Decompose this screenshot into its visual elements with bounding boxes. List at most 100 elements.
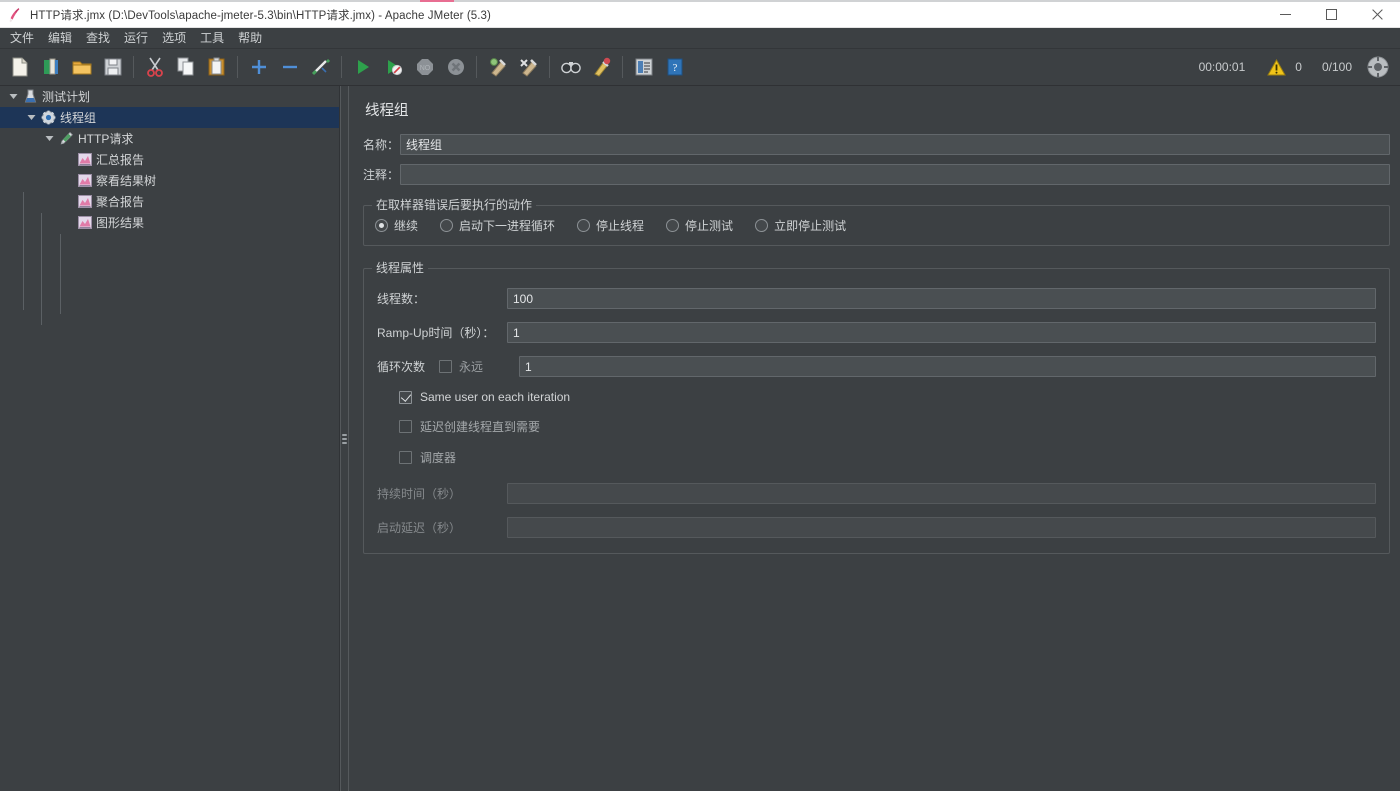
page-title: 线程组 xyxy=(365,99,1390,120)
listener-chart-icon xyxy=(76,174,93,187)
same-user-checkbox[interactable]: Same user on each iteration xyxy=(377,390,1376,404)
toolbar-status-area: 00:00:01 0 0/100 xyxy=(1199,55,1400,79)
toolbar-open[interactable] xyxy=(67,53,96,82)
forever-checkbox[interactable]: 永远 xyxy=(429,358,507,375)
tree-node-http-request[interactable]: HTTP请求 xyxy=(0,128,339,149)
warning-indicator[interactable]: 0 xyxy=(1267,59,1302,76)
toolbar-templates[interactable] xyxy=(36,53,65,82)
radio-continue[interactable]: 继续 xyxy=(375,217,418,234)
delayed-start-checkbox[interactable]: 延迟创建线程直到需要 xyxy=(377,418,1376,435)
error-action-radio-group: 继续 启动下一进程循环 停止线程 停止测试 xyxy=(369,211,1384,242)
checkbox-box xyxy=(399,451,412,464)
svg-text:NO: NO xyxy=(419,65,430,72)
checkbox-label: Same user on each iteration xyxy=(420,390,570,404)
tree-node-aggregate-report[interactable]: 聚合报告 xyxy=(0,191,339,212)
warning-count: 0 xyxy=(1295,60,1302,74)
checkbox-box xyxy=(399,391,412,404)
duration-row: 持续时间（秒） xyxy=(377,483,1376,504)
toolbar-paste[interactable] xyxy=(202,53,231,82)
toolbar-search[interactable] xyxy=(556,53,585,82)
toolbar-separator xyxy=(341,56,342,78)
toolbar-cut[interactable] xyxy=(140,53,169,82)
maximize-icon[interactable] xyxy=(1308,2,1354,28)
minimize-icon[interactable] xyxy=(1262,2,1308,28)
checkbox-box xyxy=(399,420,412,433)
toolbar-start-no-pauses[interactable] xyxy=(379,53,408,82)
tree-node-label: 汇总报告 xyxy=(96,153,144,167)
radio-stop-test[interactable]: 停止测试 xyxy=(666,217,733,234)
accent-segment xyxy=(420,0,454,2)
num-threads-input[interactable] xyxy=(507,288,1376,309)
listener-chart-icon xyxy=(76,216,93,229)
toolbar-expand-all[interactable] xyxy=(244,53,273,82)
listener-chart-icon xyxy=(76,195,93,208)
menu-edit[interactable]: 编辑 xyxy=(41,29,79,48)
listener-chart-icon xyxy=(76,153,93,166)
toolbar-new[interactable] xyxy=(5,53,34,82)
menu-help[interactable]: 帮助 xyxy=(231,29,269,48)
tree-node-thread-group[interactable]: 线程组 xyxy=(0,107,339,128)
radio-label: 停止测试 xyxy=(685,217,733,234)
toolbar-reset-search[interactable] xyxy=(587,53,616,82)
menu-search[interactable]: 查找 xyxy=(79,29,117,48)
tree-node-summary-report[interactable]: 汇总报告 xyxy=(0,149,339,170)
radio-label: 继续 xyxy=(394,217,418,234)
radio-mark xyxy=(666,219,679,232)
close-icon[interactable] xyxy=(1354,2,1400,28)
toolbar-clear-all[interactable] xyxy=(514,53,543,82)
chevron-down-icon[interactable] xyxy=(40,135,58,142)
jmeter-feather-icon xyxy=(0,2,28,28)
comment-label: 注释： xyxy=(363,166,400,183)
group-title: 在取样器错误后要执行的动作 xyxy=(372,198,536,212)
toolbar-help[interactable]: ? xyxy=(660,53,689,82)
menu-tools[interactable]: 工具 xyxy=(193,29,231,48)
num-threads-label: 线程数： xyxy=(377,290,507,307)
toolbar-separator xyxy=(622,56,623,78)
tree-node-test-plan[interactable]: 测试计划 xyxy=(0,86,339,107)
toolbar-function-helper[interactable] xyxy=(629,53,658,82)
split-handle-dots-icon[interactable] xyxy=(340,86,349,791)
duration-input xyxy=(507,483,1376,504)
toolbar-start[interactable] xyxy=(348,53,377,82)
ramp-up-input[interactable] xyxy=(507,322,1376,343)
toolbar-shutdown[interactable] xyxy=(441,53,470,82)
tree-node-label: 图形结果 xyxy=(96,216,144,230)
toolbar-copy[interactable] xyxy=(171,53,200,82)
loop-count-input[interactable] xyxy=(519,356,1376,377)
tree-node-label: 线程组 xyxy=(60,111,96,125)
chevron-down-icon[interactable] xyxy=(4,93,22,100)
toolbar: NO xyxy=(0,49,1400,86)
test-plan-tree[interactable]: 测试计划 线程组 xyxy=(0,86,340,791)
thread-gauge-icon xyxy=(1366,55,1390,79)
toolbar-separator xyxy=(133,56,134,78)
chevron-down-icon[interactable] xyxy=(22,114,40,121)
toolbar-clear[interactable] xyxy=(483,53,512,82)
title-bar: HTTP请求.jmx (D:\DevTools\apache-jmeter-5.… xyxy=(0,2,1400,28)
menu-options[interactable]: 选项 xyxy=(155,29,193,48)
name-input[interactable] xyxy=(400,134,1390,155)
radio-start-next-loop[interactable]: 启动下一进程循环 xyxy=(440,217,555,234)
comment-input[interactable] xyxy=(400,164,1390,185)
radio-stop-thread[interactable]: 停止线程 xyxy=(577,217,644,234)
toolbar-separator xyxy=(549,56,550,78)
http-sampler-icon xyxy=(58,131,75,146)
warning-triangle-icon xyxy=(1267,59,1286,76)
radio-stop-test-now[interactable]: 立即停止测试 xyxy=(755,217,846,234)
menu-bar: 文件 编辑 查找 运行 选项 工具 帮助 xyxy=(0,28,1400,49)
scheduler-checkbox[interactable]: 调度器 xyxy=(377,449,1376,466)
radio-label: 停止线程 xyxy=(596,217,644,234)
toolbar-stop[interactable]: NO xyxy=(410,53,439,82)
tree-node-label: 察看结果树 xyxy=(96,174,156,188)
tree-node-label: 聚合报告 xyxy=(96,195,144,209)
tree-node-view-results-tree[interactable]: 察看结果树 xyxy=(0,170,339,191)
menu-run[interactable]: 运行 xyxy=(117,29,155,48)
num-threads-row: 线程数： xyxy=(377,288,1376,309)
menu-file[interactable]: 文件 xyxy=(3,29,41,48)
toolbar-collapse-all[interactable] xyxy=(275,53,304,82)
toolbar-toggle[interactable] xyxy=(306,53,335,82)
window-title: HTTP请求.jmx (D:\DevTools\apache-jmeter-5.… xyxy=(28,7,1262,23)
toolbar-save[interactable] xyxy=(98,53,127,82)
tree-node-graph-results[interactable]: 图形结果 xyxy=(0,212,339,233)
sampler-error-action-group: 在取样器错误后要执行的动作 继续 启动下一进程循环 停止线程 xyxy=(363,197,1390,246)
startup-delay-row: 启动延迟（秒） xyxy=(377,517,1376,538)
